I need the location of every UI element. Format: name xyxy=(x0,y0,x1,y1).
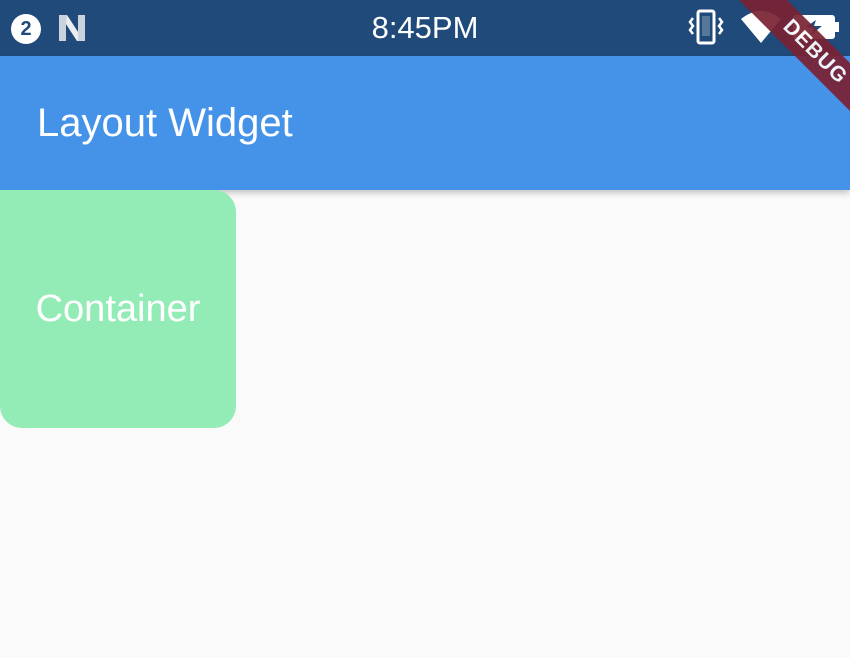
status-bar: 2 8:45PM xyxy=(0,0,850,56)
app-bar: Layout Widget xyxy=(0,56,850,190)
container-widget: Container xyxy=(0,190,236,428)
container-label: Container xyxy=(35,288,201,330)
app-screen: 2 8:45PM Layout Widget DEBUG Container xyxy=(0,0,850,658)
app-bar-title: Layout Widget xyxy=(37,101,293,145)
vibrate-icon xyxy=(688,9,724,45)
